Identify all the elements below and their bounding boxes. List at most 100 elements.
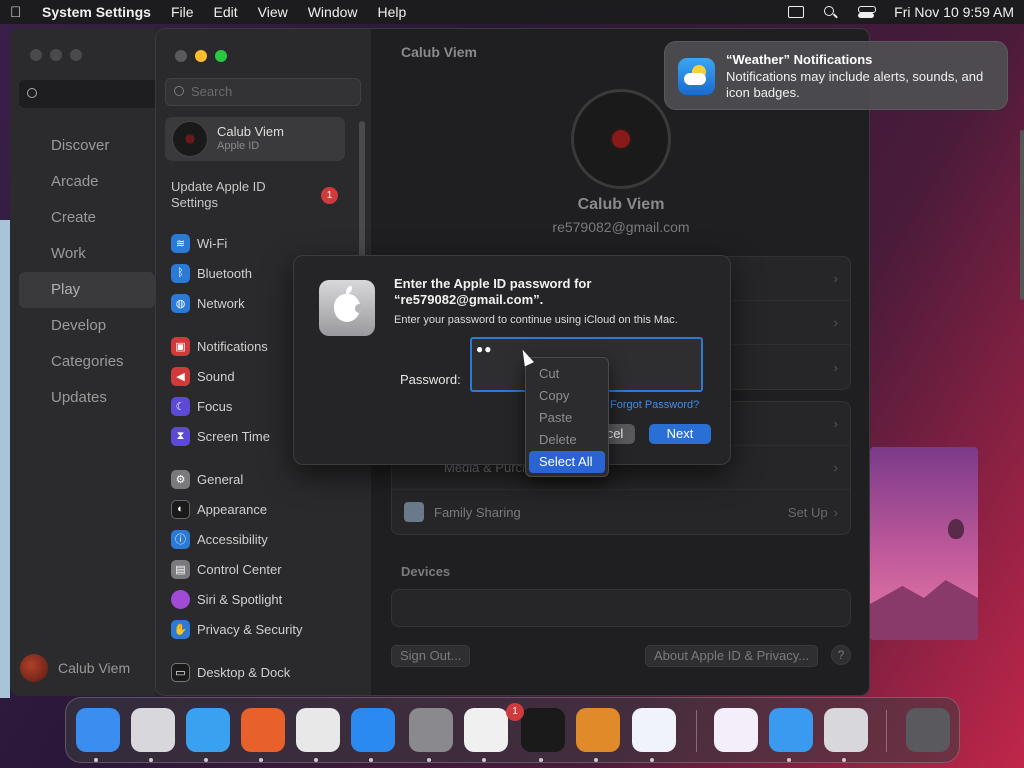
dialog-subtext: Enter your password to continue using iC…	[394, 314, 678, 326]
password-label: Password:	[400, 372, 461, 387]
menu-window[interactable]: Window	[308, 4, 358, 20]
balloon-shape	[948, 519, 964, 539]
help-button[interactable]: ?	[831, 645, 851, 665]
menu-item-delete[interactable]: Delete	[529, 429, 605, 451]
store-nav-updates[interactable]: Updates	[19, 380, 155, 416]
system-settings-icon[interactable]	[409, 708, 453, 752]
sidebar-item-siri[interactable]: Siri & Spotlight	[171, 584, 361, 614]
siri-icon	[171, 589, 190, 609]
sidebar-item-label: Control Center	[197, 561, 282, 577]
menu-item-select-all[interactable]: Select All	[529, 451, 605, 473]
vscode-icon[interactable]	[632, 708, 676, 752]
profile-picture[interactable]	[571, 89, 671, 189]
app-store-sidebar: Discover Arcade Create Work Play Develop…	[10, 28, 159, 696]
visual-studio-icon[interactable]	[714, 708, 758, 752]
store-nav-play[interactable]: Play	[19, 272, 155, 308]
menu-edit[interactable]: Edit	[214, 4, 238, 20]
close-button[interactable]	[175, 50, 187, 62]
store-nav-create[interactable]: Create	[19, 200, 155, 236]
context-menu: Cut Copy Paste Delete Select All	[525, 357, 609, 477]
minimize-button[interactable]	[195, 50, 207, 62]
spotlight-icon[interactable]	[822, 5, 840, 19]
store-nav-discover[interactable]: Discover	[19, 128, 155, 164]
running-indicator	[787, 758, 791, 762]
stage-manager-icon[interactable]	[788, 6, 805, 18]
avatar	[20, 654, 48, 682]
menu-item-copy[interactable]: Copy	[529, 385, 605, 407]
store-nav-work[interactable]: Work	[19, 236, 155, 272]
sidebar-item-appearance[interactable]: ◐ Appearance	[171, 494, 361, 524]
sidebar-item-label: Network	[197, 295, 245, 311]
running-indicator	[204, 758, 208, 762]
calculator-icon[interactable]	[824, 708, 868, 752]
store-user-name: Calub Viem	[58, 660, 131, 676]
hand-icon: ✋	[171, 619, 190, 639]
minimize-button[interactable]	[50, 49, 62, 61]
sidebar-item-wifi[interactable]: ≋ Wi-Fi	[171, 228, 361, 258]
running-indicator	[482, 758, 486, 762]
weather-icon[interactable]	[769, 708, 813, 752]
sidebar-item-desktop-dock[interactable]: ▭ Desktop & Dock	[171, 657, 361, 687]
store-search-input[interactable]	[19, 80, 159, 108]
about-privacy-button[interactable]: About Apple ID & Privacy...	[645, 645, 819, 667]
chevron-right-icon: ›	[833, 271, 838, 286]
firefox-icon[interactable]	[241, 708, 285, 752]
store-nav-arcade[interactable]: Arcade	[19, 164, 155, 200]
close-button[interactable]	[30, 49, 42, 61]
trash-icon[interactable]	[906, 708, 950, 752]
textedit-icon[interactable]	[464, 708, 508, 752]
zoom-button[interactable]	[215, 50, 227, 62]
menu-clock[interactable]: Fri Nov 10 9:59 AM	[894, 4, 1014, 20]
family-sharing-row[interactable]: Family Sharing Set Up ›	[392, 490, 850, 534]
running-indicator	[369, 758, 373, 762]
menu-view[interactable]: View	[258, 4, 288, 20]
menu-item-paste[interactable]: Paste	[529, 407, 605, 429]
chevron-right-icon: ›	[833, 460, 838, 475]
update-apple-id-item[interactable]: Update Apple ID Settings	[171, 179, 291, 211]
menu-app-name[interactable]: System Settings	[42, 4, 151, 20]
store-account[interactable]: Calub Viem	[20, 654, 130, 682]
chrome-icon[interactable]	[296, 708, 340, 752]
dock-separator	[696, 710, 697, 752]
profile-email: re579082@gmail.com	[552, 219, 690, 235]
appearance-icon: ◐	[171, 499, 190, 519]
row-label: Family Sharing	[434, 504, 521, 520]
bluetooth-icon: ᛒ	[171, 263, 190, 283]
sidebar-group-desktop: ▭ Desktop & Dock	[171, 657, 361, 687]
sidebar-scrollbar[interactable]	[359, 121, 365, 261]
safari-icon[interactable]	[186, 708, 230, 752]
sidebar-item-general[interactable]: ⚙ General	[171, 464, 361, 494]
sidebar-account[interactable]: Calub Viem Apple ID	[165, 117, 345, 161]
zoom-button[interactable]	[70, 49, 82, 61]
menu-item-cut[interactable]: Cut	[529, 363, 605, 385]
featured-artwork[interactable]	[870, 447, 978, 640]
sidebar-item-accessibility[interactable]: ⓘ Accessibility	[171, 524, 361, 554]
app-store-icon[interactable]	[351, 708, 395, 752]
garageband-icon[interactable]	[576, 708, 620, 752]
sidebar-item-label: Appearance	[197, 501, 268, 517]
menu-bar:  System Settings File Edit View Window …	[0, 0, 1024, 24]
notification-banner[interactable]: “Weather” Notifications Notifications ma…	[664, 41, 1008, 110]
scrollbar[interactable]	[1020, 130, 1024, 300]
menu-help[interactable]: Help	[378, 4, 407, 20]
apple-menu-icon[interactable]: 	[10, 4, 42, 21]
store-nav-develop[interactable]: Develop	[19, 308, 155, 344]
terminal-icon[interactable]	[521, 708, 565, 752]
forgot-password-link[interactable]: Forgot Password?	[610, 399, 699, 411]
devices-heading: Devices	[401, 564, 451, 579]
store-nav-categories[interactable]: Categories	[19, 344, 155, 380]
control-center-icon[interactable]	[858, 5, 877, 19]
menu-file[interactable]: File	[171, 4, 194, 20]
finder-icon[interactable]	[76, 708, 120, 752]
next-button[interactable]: Next	[649, 424, 711, 444]
sign-out-button[interactable]: Sign Out...	[391, 645, 471, 667]
apple-logo-icon	[319, 280, 375, 336]
password-dialog: Enter the Apple ID password for “re57908…	[293, 255, 731, 465]
dock-separator	[886, 710, 887, 752]
launchpad-icon[interactable]	[131, 708, 175, 752]
running-indicator	[594, 758, 598, 762]
family-icon	[404, 502, 424, 522]
sidebar-item-privacy[interactable]: ✋ Privacy & Security	[171, 614, 361, 644]
sidebar-item-control-center[interactable]: ▤ Control Center	[171, 554, 361, 584]
settings-search-input[interactable]: Search	[165, 78, 361, 106]
